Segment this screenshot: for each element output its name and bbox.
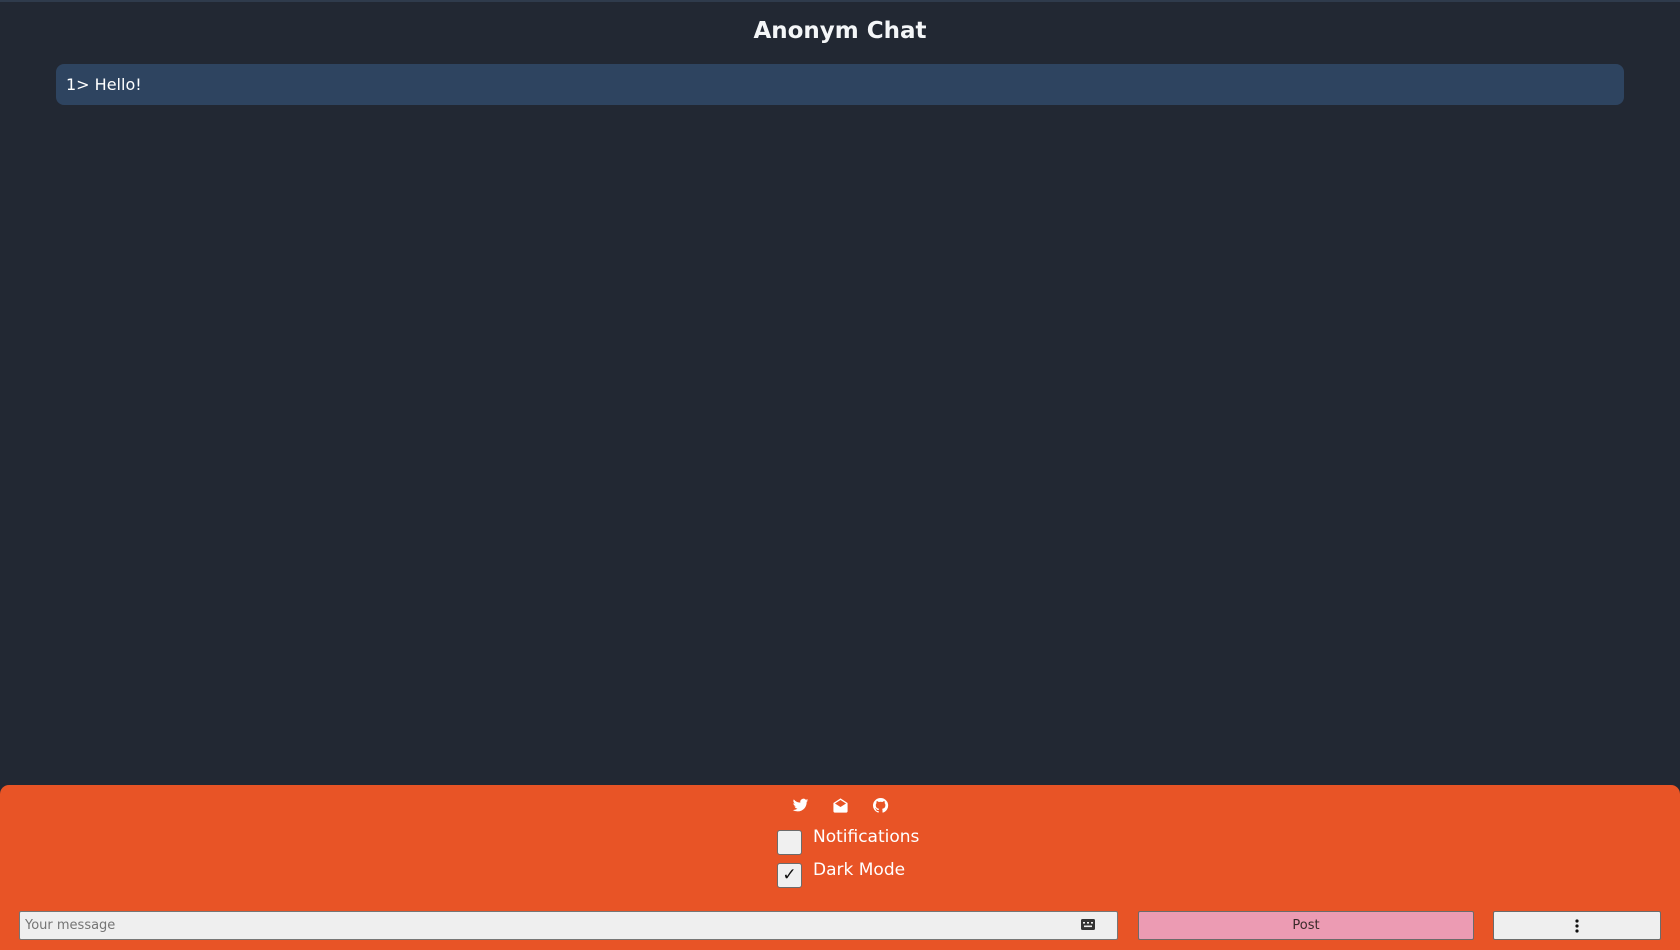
message-item: 1> Hello! [56, 64, 1624, 105]
notifications-toggle[interactable]: Notifications [777, 827, 919, 855]
social-links [0, 796, 1680, 815]
dark-mode-checkbox[interactable]: ✓ [777, 863, 802, 888]
dark-mode-label: Dark Mode [813, 860, 906, 880]
notifications-checkbox[interactable] [777, 830, 802, 855]
message-input-wrapper [19, 911, 1118, 940]
dark-mode-toggle[interactable]: ✓ Dark Mode [777, 860, 905, 888]
mail-icon[interactable] [831, 796, 850, 815]
github-icon[interactable] [871, 796, 890, 815]
post-button[interactable]: Post [1138, 911, 1474, 940]
twitter-icon[interactable] [791, 796, 810, 815]
message-input[interactable] [20, 912, 1117, 939]
top-border [0, 0, 1680, 2]
more-options-button[interactable] [1493, 911, 1661, 940]
vertical-ellipsis-icon [1575, 918, 1579, 933]
keyboard-icon[interactable] [1081, 919, 1095, 930]
page-title: Anonym Chat [753, 18, 927, 44]
message-list: 1> Hello! [56, 64, 1624, 105]
notifications-label: Notifications [813, 827, 920, 847]
